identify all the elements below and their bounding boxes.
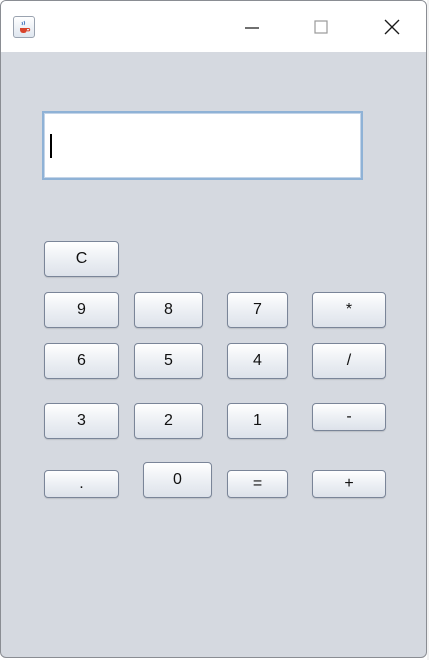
close-button[interactable]	[369, 1, 415, 52]
decimal-point-button[interactable]: .	[44, 470, 119, 498]
key-4-button[interactable]: 4	[227, 343, 288, 379]
key-3-button[interactable]: 3	[44, 403, 119, 439]
java-cup-icon	[13, 16, 35, 38]
clear-button[interactable]: C	[44, 241, 119, 277]
key-1-button[interactable]: 1	[227, 403, 288, 439]
display-field[interactable]	[42, 111, 363, 180]
close-icon	[384, 19, 400, 35]
plus-button[interactable]: +	[312, 470, 386, 498]
calculator-window: C 9 8 7 * 6 5 4 / 3 2 1 - . 0 = +	[0, 0, 427, 658]
key-0-button[interactable]: 0	[143, 462, 212, 498]
divide-button[interactable]: /	[312, 343, 386, 379]
text-caret	[50, 134, 52, 158]
equals-button[interactable]: =	[227, 470, 288, 498]
maximize-button[interactable]	[298, 1, 344, 52]
minimize-button[interactable]	[229, 1, 275, 52]
key-2-button[interactable]: 2	[134, 403, 203, 439]
key-8-button[interactable]: 8	[134, 292, 203, 328]
key-5-button[interactable]: 5	[134, 343, 203, 379]
maximize-icon	[314, 20, 328, 34]
key-9-button[interactable]: 9	[44, 292, 119, 328]
title-bar[interactable]	[1, 1, 426, 52]
multiply-button[interactable]: *	[312, 292, 386, 328]
key-6-button[interactable]: 6	[44, 343, 119, 379]
key-7-button[interactable]: 7	[227, 292, 288, 328]
minimize-icon	[245, 27, 259, 29]
minus-button[interactable]: -	[312, 403, 386, 431]
